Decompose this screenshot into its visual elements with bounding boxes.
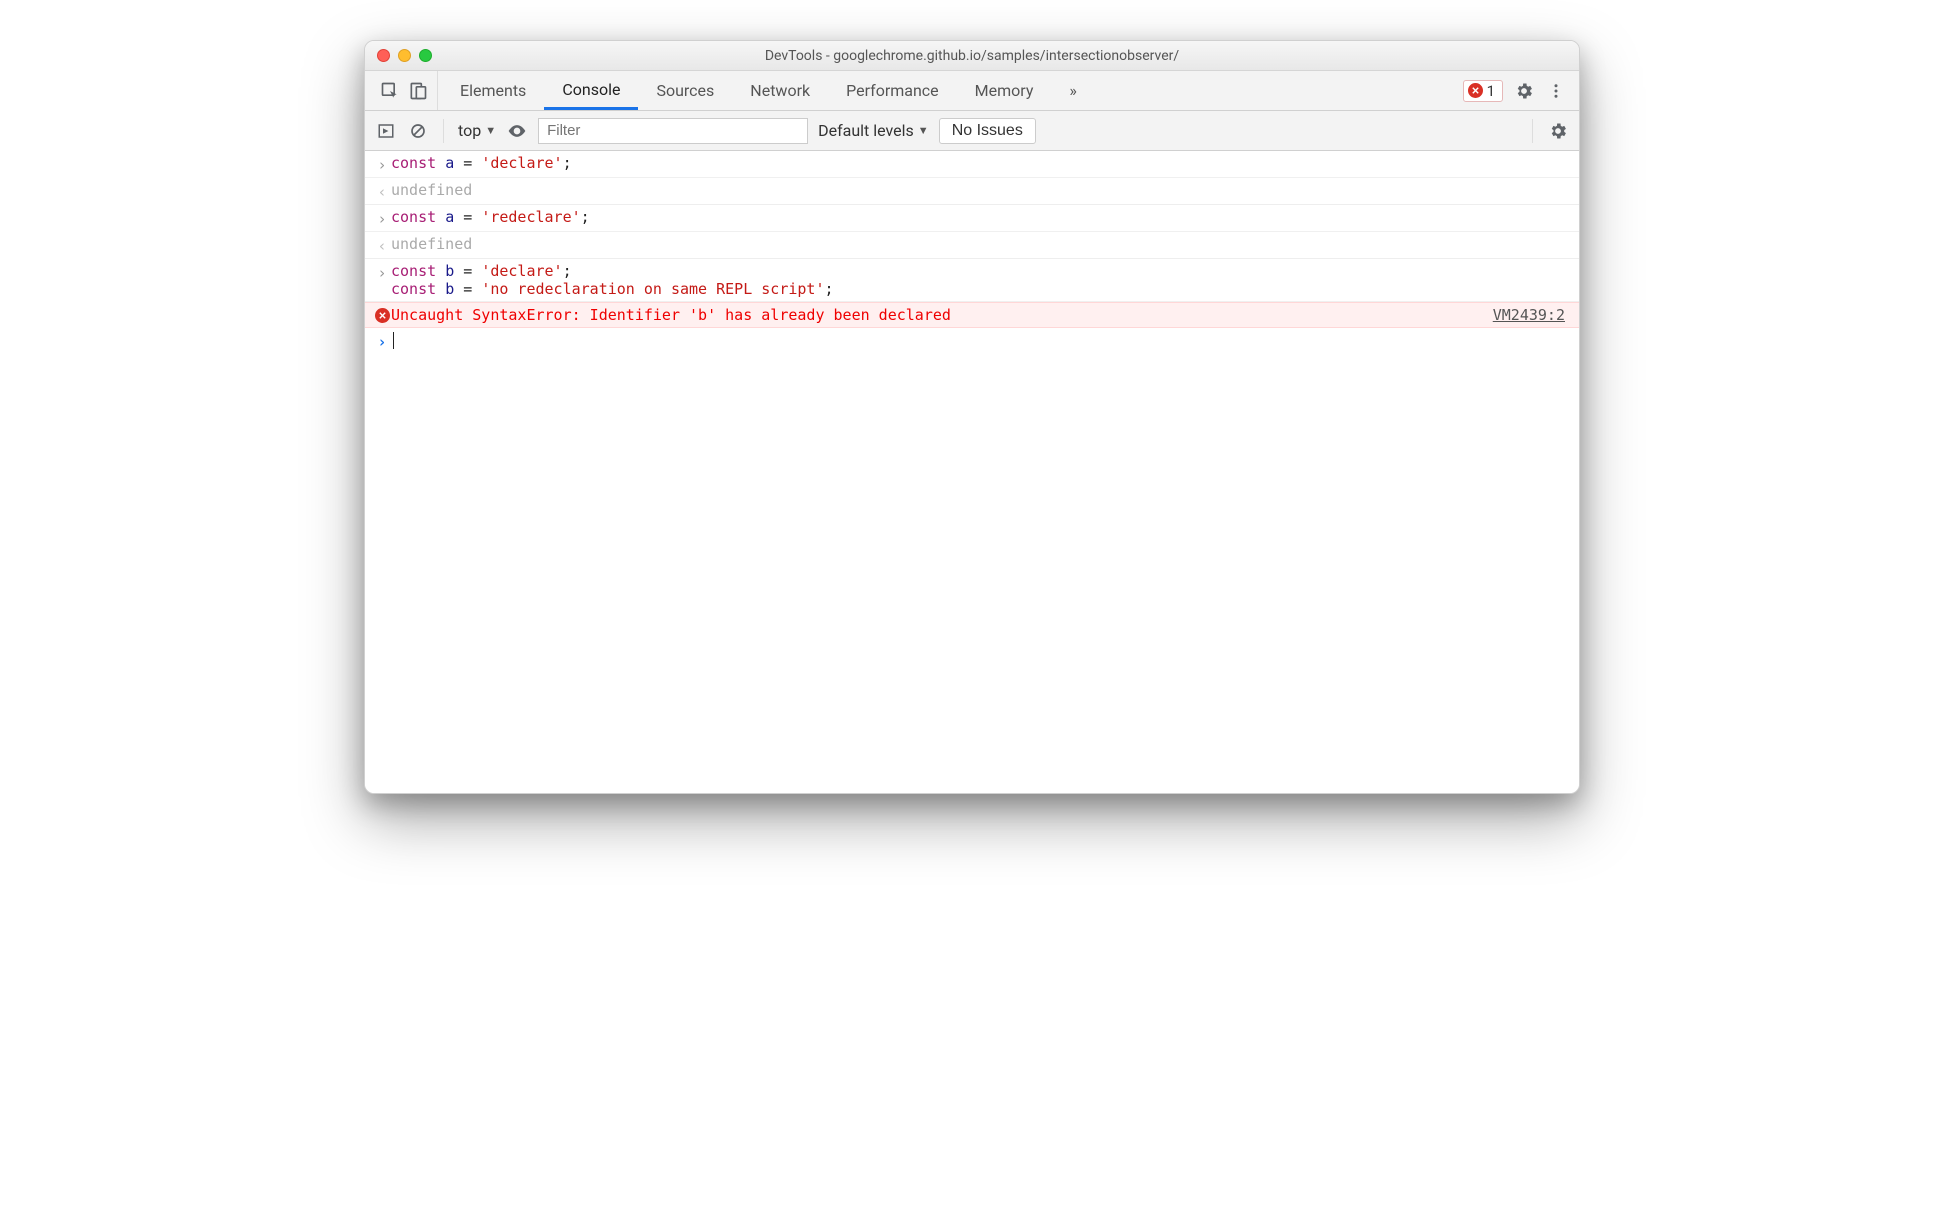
output-value: undefined [391, 181, 1569, 199]
log-levels-selector[interactable]: Default levels ▼ [818, 121, 929, 140]
traffic-lights [377, 49, 432, 62]
console-input-row: › const a = 'declare'; [365, 151, 1579, 178]
chevron-down-icon: ▼ [918, 124, 929, 137]
devtools-window: DevTools - googlechrome.github.io/sample… [364, 40, 1580, 794]
code-block: const b = 'declare'; const b = 'no redec… [391, 262, 1569, 298]
inspect-element-icon[interactable] [379, 80, 401, 102]
filter-input[interactable] [538, 118, 808, 144]
minimize-window-button[interactable] [398, 49, 411, 62]
tab-network[interactable]: Network [732, 71, 828, 110]
tabs-right-tools: 1 [1463, 71, 1573, 110]
input-marker-icon: › [377, 264, 386, 282]
console-output-row: ‹ undefined [365, 232, 1579, 259]
context-label: top [458, 121, 481, 140]
input-marker-icon: › [377, 156, 386, 174]
input-marker-icon: › [377, 210, 386, 228]
code-line: const a = 'redeclare'; [391, 208, 1569, 226]
window-titlebar: DevTools - googlechrome.github.io/sample… [365, 41, 1579, 71]
console-output-row: ‹ undefined [365, 178, 1579, 205]
device-toolbar-icon[interactable] [407, 80, 429, 102]
chevron-down-icon: ▼ [485, 124, 496, 137]
live-expression-icon[interactable] [506, 120, 528, 142]
console-prompt-row[interactable]: › [365, 328, 1579, 354]
tab-sources[interactable]: Sources [638, 71, 732, 110]
prompt-input[interactable] [391, 331, 1569, 349]
error-count: 1 [1487, 82, 1495, 100]
dock-tools [371, 71, 438, 110]
console-input-row: › const a = 'redeclare'; [365, 205, 1579, 232]
issues-button[interactable]: No Issues [939, 118, 1036, 144]
tab-memory[interactable]: Memory [957, 71, 1052, 110]
error-icon [375, 308, 390, 323]
tab-performance[interactable]: Performance [828, 71, 957, 110]
console-settings-icon[interactable] [1547, 120, 1569, 142]
tab-console[interactable]: Console [544, 71, 638, 110]
console-toolbar: top ▼ Default levels ▼ No Issues [365, 111, 1579, 151]
console-input-row: › const b = 'declare'; const b = 'no red… [365, 259, 1579, 302]
separator [1532, 119, 1533, 143]
close-window-button[interactable] [377, 49, 390, 62]
prompt-marker-icon: › [377, 333, 386, 351]
tabs-overflow[interactable]: » [1051, 71, 1095, 110]
maximize-window-button[interactable] [419, 49, 432, 62]
output-marker-icon: ‹ [377, 237, 386, 255]
error-icon [1468, 83, 1483, 98]
separator [443, 119, 444, 143]
tab-elements[interactable]: Elements [442, 71, 544, 110]
panel-tabs: Elements Console Sources Network Perform… [442, 71, 1095, 110]
output-value: undefined [391, 235, 1569, 253]
error-count-badge[interactable]: 1 [1463, 80, 1503, 102]
error-source-link[interactable]: VM2439:2 [1493, 306, 1569, 324]
output-marker-icon: ‹ [377, 183, 386, 201]
error-message: Uncaught SyntaxError: Identifier 'b' has… [391, 306, 1493, 324]
console-error-row: Uncaught SyntaxError: Identifier 'b' has… [365, 302, 1579, 328]
context-selector[interactable]: top ▼ [458, 121, 496, 140]
window-title: DevTools - googlechrome.github.io/sample… [375, 48, 1569, 64]
more-menu-icon[interactable] [1545, 80, 1567, 102]
main-tabs-bar: Elements Console Sources Network Perform… [365, 71, 1579, 111]
code-line: const a = 'declare'; [391, 154, 1569, 172]
settings-icon[interactable] [1513, 80, 1535, 102]
console-output[interactable]: › const a = 'declare'; ‹ undefined › con… [365, 151, 1579, 793]
toggle-sidebar-icon[interactable] [375, 120, 397, 142]
clear-console-icon[interactable] [407, 120, 429, 142]
log-levels-label: Default levels [818, 121, 914, 140]
